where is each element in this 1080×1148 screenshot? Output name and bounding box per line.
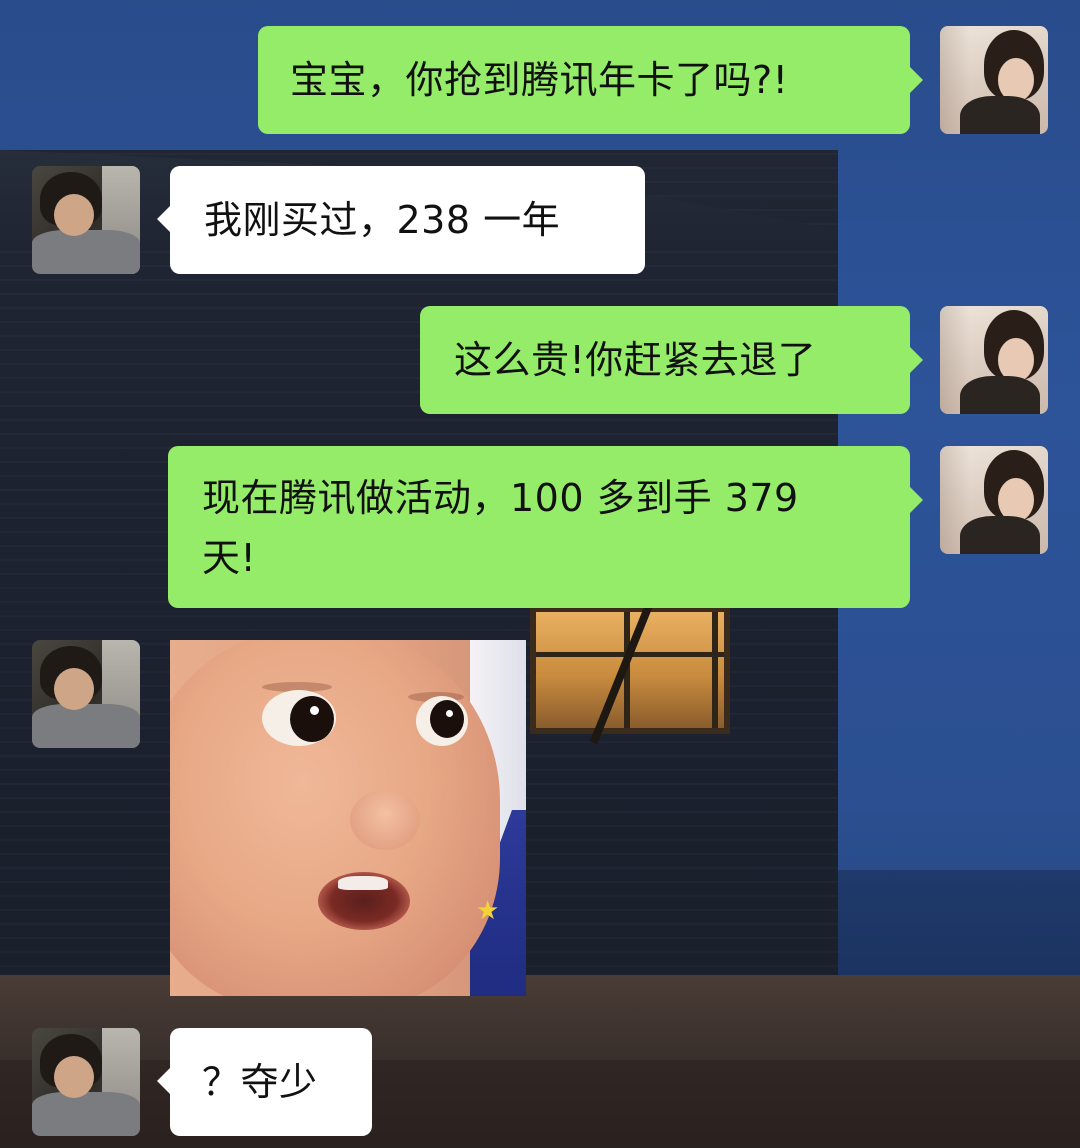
bubble-tail <box>910 487 923 513</box>
message-text-line: 天! <box>202 536 257 580</box>
avatar-contact[interactable] <box>32 1028 140 1136</box>
message-bubble[interactable]: 宝宝，你抢到腾讯年卡了吗?! <box>258 26 910 134</box>
avatar-self[interactable] <box>940 26 1048 134</box>
message-bubble[interactable]: 我刚买过，238 一年 <box>170 166 645 274</box>
message-text: 宝宝，你抢到腾讯年卡了吗?! <box>290 58 789 102</box>
message-text: 这么贵!你赶紧去退了 <box>454 338 817 382</box>
avatar-self[interactable] <box>940 306 1048 414</box>
bubble-tail <box>910 347 923 373</box>
bubble-tail <box>157 206 170 232</box>
message-bubble[interactable]: ？夺少 <box>170 1028 372 1136</box>
background-window <box>530 602 730 745</box>
avatar-contact[interactable] <box>32 640 140 748</box>
avatar-self[interactable] <box>940 446 1048 554</box>
message-text-line: 现在腾讯做活动，100 多到手 379 <box>202 476 799 520</box>
message-bubble[interactable]: 现在腾讯做活动，100 多到手 379 天! <box>168 446 910 608</box>
message-bubble[interactable]: 这么贵!你赶紧去退了 <box>420 306 910 414</box>
message-text: ？夺少 <box>202 1060 318 1104</box>
background-sea <box>838 870 1080 980</box>
sticker-surprised-baby[interactable]: ★ <box>170 640 526 996</box>
message-text: 我刚买过，238 一年 <box>204 198 561 242</box>
bubble-tail <box>910 67 923 93</box>
bubble-tail <box>157 1068 170 1094</box>
avatar-contact[interactable] <box>32 166 140 274</box>
